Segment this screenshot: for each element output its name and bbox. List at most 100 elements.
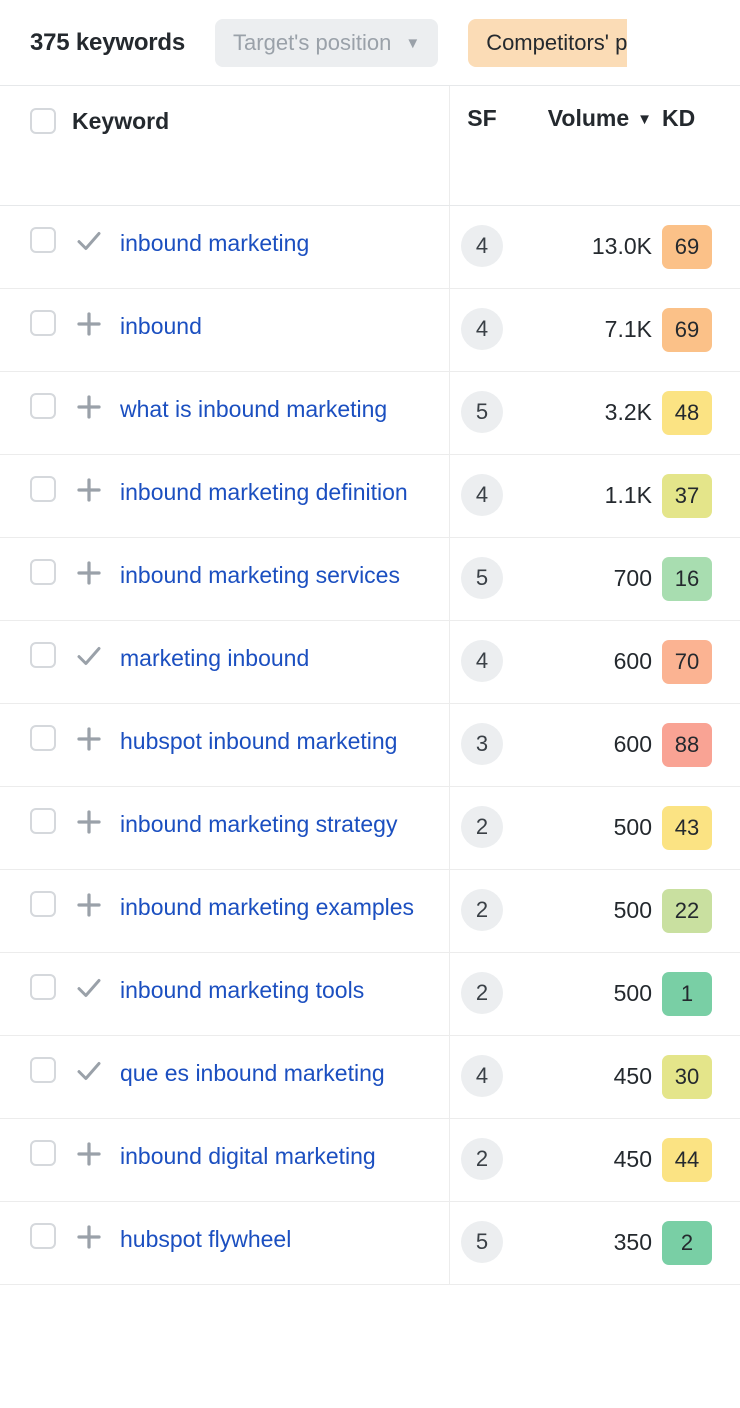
cell-metrics: 4 13.0K 69 xyxy=(450,206,740,288)
kd-badge: 37 xyxy=(662,474,712,518)
table-row[interactable]: inbound digital marketing 2 450 44 xyxy=(0,1119,740,1202)
row-select-checkbox[interactable] xyxy=(30,476,56,502)
kd-badge: 43 xyxy=(662,806,712,850)
cell-kd: 22 xyxy=(662,889,740,933)
column-header-keyword[interactable]: Keyword xyxy=(72,106,169,136)
check-icon[interactable] xyxy=(72,1055,106,1086)
cell-kd: 30 xyxy=(662,1055,740,1099)
cell-kd: 69 xyxy=(662,225,740,269)
plus-icon[interactable] xyxy=(72,723,106,754)
keyword-link[interactable]: inbound xyxy=(120,308,202,344)
row-select-checkbox[interactable] xyxy=(30,227,56,253)
keyword-link[interactable]: marketing inbound xyxy=(120,640,309,676)
volume-value: 1.1K xyxy=(604,482,652,508)
cell-volume: 700 xyxy=(514,557,662,599)
cell-sf: 4 xyxy=(450,474,514,516)
cell-volume: 500 xyxy=(514,806,662,848)
cell-keyword: inbound xyxy=(0,289,450,371)
table-row[interactable]: marketing inbound 4 600 70 xyxy=(0,621,740,704)
cell-keyword: hubspot flywheel xyxy=(0,1202,450,1284)
keywords-table-page: 375 keywords Target's position ▼ Competi… xyxy=(0,0,740,1408)
table-row[interactable]: inbound marketing 4 13.0K 69 xyxy=(0,206,740,289)
row-select-checkbox[interactable] xyxy=(30,559,56,585)
row-select-checkbox[interactable] xyxy=(30,974,56,1000)
keyword-link[interactable]: inbound marketing examples xyxy=(120,889,414,925)
check-icon[interactable] xyxy=(72,972,106,1003)
column-header-sf[interactable]: SF xyxy=(450,105,514,132)
table-row[interactable]: inbound 4 7.1K 69 xyxy=(0,289,740,372)
check-icon[interactable] xyxy=(72,640,106,671)
cell-keyword: marketing inbound xyxy=(0,621,450,703)
row-select-checkbox[interactable] xyxy=(30,642,56,668)
keyword-link[interactable]: inbound marketing xyxy=(120,225,309,261)
column-header-volume[interactable]: Volume ▼ xyxy=(514,105,662,132)
cell-metrics: 5 3.2K 48 xyxy=(450,372,740,454)
sf-value: 3 xyxy=(461,723,503,765)
cell-volume: 450 xyxy=(514,1138,662,1180)
row-select-checkbox[interactable] xyxy=(30,393,56,419)
sf-value: 2 xyxy=(461,889,503,931)
volume-value: 500 xyxy=(613,814,652,840)
plus-icon[interactable] xyxy=(72,1221,106,1252)
cell-keyword: inbound marketing definition xyxy=(0,455,450,537)
check-icon[interactable] xyxy=(72,225,106,256)
table-toolbar: 375 keywords Target's position ▼ Competi… xyxy=(0,0,740,85)
sf-value: 2 xyxy=(461,806,503,848)
kd-badge: 1 xyxy=(662,972,712,1016)
plus-icon[interactable] xyxy=(72,806,106,837)
cell-metrics: 2 500 22 xyxy=(450,870,740,952)
plus-icon[interactable] xyxy=(72,889,106,920)
table-row[interactable]: inbound marketing services 5 700 16 xyxy=(0,538,740,621)
plus-icon[interactable] xyxy=(72,1138,106,1169)
kd-badge: 69 xyxy=(662,225,712,269)
row-select-checkbox[interactable] xyxy=(30,1140,56,1166)
keyword-link[interactable]: inbound marketing services xyxy=(120,557,400,593)
cell-kd: 43 xyxy=(662,806,740,850)
header-cell-keyword: Keyword xyxy=(0,86,450,205)
keyword-link[interactable]: hubspot inbound marketing xyxy=(120,723,397,759)
keyword-link[interactable]: what is inbound marketing xyxy=(120,391,387,427)
keyword-link[interactable]: inbound digital marketing xyxy=(120,1138,376,1174)
row-select-checkbox[interactable] xyxy=(30,1057,56,1083)
cell-keyword: inbound marketing xyxy=(0,206,450,288)
target-position-filter-dropdown[interactable]: Target's position ▼ xyxy=(215,18,439,67)
table-row[interactable]: inbound marketing definition 4 1.1K 37 xyxy=(0,455,740,538)
competitors-position-filter-dropdown[interactable]: Competitors' p xyxy=(468,18,628,67)
keyword-link[interactable]: que es inbound marketing xyxy=(120,1055,385,1091)
plus-icon[interactable] xyxy=(72,308,106,339)
plus-icon[interactable] xyxy=(72,391,106,422)
row-select-checkbox[interactable] xyxy=(30,1223,56,1249)
row-select-checkbox[interactable] xyxy=(30,891,56,917)
cell-keyword: inbound marketing tools xyxy=(0,953,450,1035)
table-row[interactable]: que es inbound marketing 4 450 30 xyxy=(0,1036,740,1119)
column-header-kd[interactable]: KD xyxy=(662,105,740,132)
sf-value: 4 xyxy=(461,308,503,350)
sf-value: 5 xyxy=(461,1221,503,1263)
select-all-checkbox[interactable] xyxy=(30,108,56,134)
cell-keyword: inbound marketing examples xyxy=(0,870,450,952)
cell-kd: 88 xyxy=(662,723,740,767)
table-row[interactable]: inbound marketing strategy 2 500 43 xyxy=(0,787,740,870)
cell-sf: 3 xyxy=(450,723,514,765)
table-row[interactable]: hubspot flywheel 5 350 2 xyxy=(0,1202,740,1285)
table-row[interactable]: inbound marketing examples 2 500 22 xyxy=(0,870,740,953)
cell-volume: 13.0K xyxy=(514,225,662,267)
plus-icon[interactable] xyxy=(72,557,106,588)
cell-metrics: 5 350 2 xyxy=(450,1202,740,1284)
table-row[interactable]: what is inbound marketing 5 3.2K 48 xyxy=(0,372,740,455)
plus-icon[interactable] xyxy=(72,474,106,505)
keyword-link[interactable]: hubspot flywheel xyxy=(120,1221,291,1257)
row-select-checkbox[interactable] xyxy=(30,310,56,336)
keyword-link[interactable]: inbound marketing definition xyxy=(120,474,408,510)
table-row[interactable]: inbound marketing tools 2 500 1 xyxy=(0,953,740,1036)
cell-metrics: 2 500 43 xyxy=(450,787,740,869)
kd-badge: 69 xyxy=(662,308,712,352)
sf-value: 4 xyxy=(461,474,503,516)
row-select-checkbox[interactable] xyxy=(30,725,56,751)
keyword-link[interactable]: inbound marketing tools xyxy=(120,972,364,1008)
table-row[interactable]: hubspot inbound marketing 3 600 88 xyxy=(0,704,740,787)
cell-keyword: hubspot inbound marketing xyxy=(0,704,450,786)
keyword-link[interactable]: inbound marketing strategy xyxy=(120,806,397,842)
row-select-checkbox[interactable] xyxy=(30,808,56,834)
kd-badge: 2 xyxy=(662,1221,712,1265)
